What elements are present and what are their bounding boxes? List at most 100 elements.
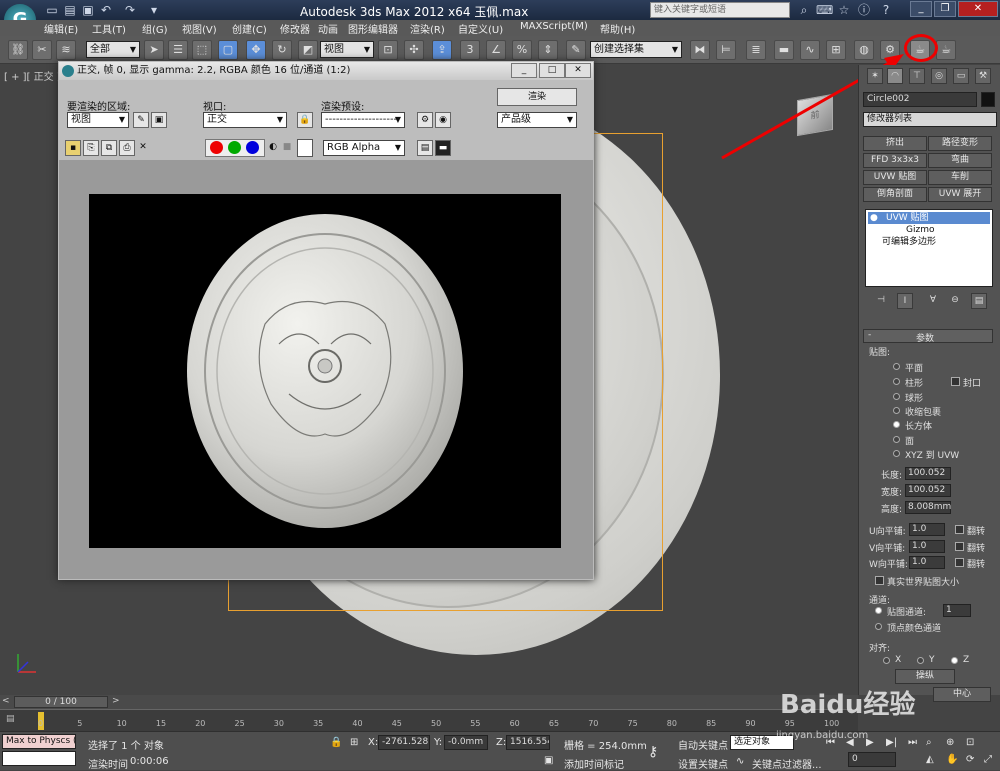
width-spinner[interactable]: 100.052	[905, 484, 951, 497]
zoom-extents-icon[interactable]: ⊡	[966, 737, 974, 748]
maxscript-listener-field[interactable]: Max to Physcs (	[2, 734, 76, 749]
v-tile-label: V向平铺:	[869, 544, 906, 554]
key-filter-icon[interactable]: ∿	[736, 756, 744, 767]
pan-icon[interactable]: ✋	[946, 754, 958, 765]
orbit-icon[interactable]: ⟳	[966, 754, 974, 765]
radio-align-x[interactable]	[883, 657, 890, 664]
v-flip-checkbox[interactable]	[955, 542, 964, 551]
stack-item-gizmo[interactable]: Gizmo	[868, 224, 990, 236]
bulb-icon[interactable]: ●	[870, 213, 878, 223]
option-planar: 平面	[905, 364, 924, 374]
manipulate-button[interactable]: 操纵	[895, 669, 955, 684]
next-key-icon[interactable]: ▶|	[886, 737, 897, 748]
height-label: 高度:	[881, 505, 903, 515]
uvw-map-button[interactable]: UVW 贴图	[863, 170, 927, 185]
set-key-icon[interactable]: ⚷	[648, 744, 658, 760]
radio-spherical[interactable]	[893, 393, 900, 400]
configure-sets-icon[interactable]: ▤	[971, 293, 987, 309]
radio-shrink-wrap[interactable]	[893, 407, 900, 414]
axis-y-label: Y	[929, 655, 935, 665]
vertex-color-label: 顶点颜色通道	[887, 624, 942, 634]
hierarchy-tab-icon[interactable]: ⊤	[909, 68, 925, 84]
utilities-tab-icon[interactable]: ⚒	[975, 68, 991, 84]
option-cylindrical: 柱形	[905, 379, 924, 389]
track-bar[interactable]: ▤	[0, 709, 858, 731]
u-flip-checkbox[interactable]	[955, 525, 964, 534]
time-slider[interactable]: < 0 / 100 >	[0, 695, 858, 709]
u-tile-label: U向平铺:	[869, 527, 906, 537]
x-label: X:	[368, 737, 379, 748]
motion-tab-icon[interactable]: ◎	[931, 68, 947, 84]
display-tab-icon[interactable]: ▭	[953, 68, 969, 84]
show-end-result-icon[interactable]: I	[897, 293, 913, 309]
time-tag-icon[interactable]: ▣	[544, 755, 553, 766]
current-frame-field[interactable]: 0	[848, 752, 896, 767]
axis-z-label: Z	[963, 655, 970, 665]
selection-lock-icon[interactable]: 🔒	[330, 737, 342, 748]
u-tile-spinner[interactable]: 1.0	[909, 523, 945, 536]
key-filters-button[interactable]: 关键点过滤器...	[752, 756, 822, 771]
add-time-tag[interactable]: 添加时间标记	[564, 756, 624, 771]
modifier-list-dropdown[interactable]: 修改器列表	[863, 112, 997, 127]
real-world-checkbox[interactable]	[875, 576, 884, 585]
center-button[interactable]: 中心	[933, 687, 991, 702]
lathe-button[interactable]: 车削	[928, 170, 992, 185]
object-color-swatch[interactable]	[981, 92, 995, 107]
stack-item-uvw-map[interactable]: UVW 贴图	[868, 212, 990, 224]
render-time-value: 0:00:06	[130, 756, 169, 767]
pin-stack-icon[interactable]: ⊣	[873, 293, 889, 309]
option-face: 面	[905, 437, 915, 447]
cap-checkbox[interactable]	[951, 377, 960, 386]
set-key-button[interactable]: 设置关键点	[678, 756, 728, 771]
create-tab-icon[interactable]: ✶	[867, 68, 883, 84]
mapping-label: 贴图:	[869, 348, 891, 358]
fov-icon[interactable]: ◭	[926, 754, 934, 765]
bend-button[interactable]: 弯曲	[928, 153, 992, 168]
radio-map-channel[interactable]	[875, 607, 882, 614]
next-frame-icon[interactable]: >	[112, 696, 122, 707]
w-tile-spinner[interactable]: 1.0	[909, 556, 945, 569]
modify-tab-icon[interactable]: ◠	[887, 68, 903, 84]
zoom-all-icon[interactable]: ⊕	[946, 737, 954, 748]
w-flip-label: 翻转	[967, 560, 986, 570]
maximize-viewport-icon[interactable]: ⤢	[984, 754, 992, 765]
make-unique-icon[interactable]: ∀	[925, 293, 941, 309]
radio-align-y[interactable]	[917, 657, 924, 664]
stack-item-editable-poly[interactable]: 可编辑多边形	[868, 236, 990, 248]
radio-box[interactable]	[893, 421, 900, 428]
prev-frame-icon[interactable]: <	[2, 696, 12, 707]
z-coord-field[interactable]: 1516.554	[506, 735, 550, 750]
radio-face[interactable]	[893, 436, 900, 443]
length-spinner[interactable]: 100.052	[905, 467, 951, 480]
unwrap-uvw-button[interactable]: UVW 展开	[928, 187, 992, 202]
height-spinner[interactable]: 8.008mm	[905, 501, 951, 514]
radio-planar[interactable]	[893, 363, 900, 370]
frame-slider-thumb[interactable]: 0 / 100	[14, 696, 108, 708]
y-coord-field[interactable]: -0.0mm	[444, 735, 488, 750]
current-frame-marker[interactable]	[38, 712, 44, 730]
go-to-end-icon[interactable]: ⏭	[908, 737, 917, 748]
width-label: 宽度:	[881, 488, 903, 498]
bevel-profile-button[interactable]: 倒角剖面	[863, 187, 927, 202]
path-deform-button[interactable]: 路径变形	[928, 136, 992, 151]
object-name-field[interactable]: Circle002	[863, 92, 977, 107]
x-coord-field[interactable]: -2761.528	[378, 735, 430, 750]
v-tile-spinner[interactable]: 1.0	[909, 540, 945, 553]
radio-align-z[interactable]	[951, 657, 958, 664]
real-world-label: 真实世界贴图大小	[887, 578, 960, 588]
w-flip-checkbox[interactable]	[955, 558, 964, 567]
map-channel-spinner[interactable]: 1	[943, 604, 971, 617]
absolute-mode-icon[interactable]: ⊞	[350, 737, 358, 748]
remove-modifier-icon[interactable]: ⊖	[947, 293, 963, 309]
radio-xyz-uvw[interactable]	[893, 450, 900, 457]
zoom-icon[interactable]: ⌕	[926, 737, 932, 748]
params-rollout-header[interactable]: - 参数	[863, 329, 993, 344]
mini-curve-editor-icon[interactable]: ▤	[6, 714, 26, 728]
ffd-button[interactable]: FFD 3x3x3	[863, 153, 927, 168]
radio-vertex-color[interactable]	[875, 623, 882, 630]
auto-key-button[interactable]: 自动关键点	[678, 737, 728, 752]
maxscript-input-field[interactable]	[2, 751, 76, 766]
option-spherical: 球形	[905, 394, 924, 404]
extrude-button[interactable]: 挤出	[863, 136, 927, 151]
radio-cylindrical[interactable]	[893, 378, 900, 385]
